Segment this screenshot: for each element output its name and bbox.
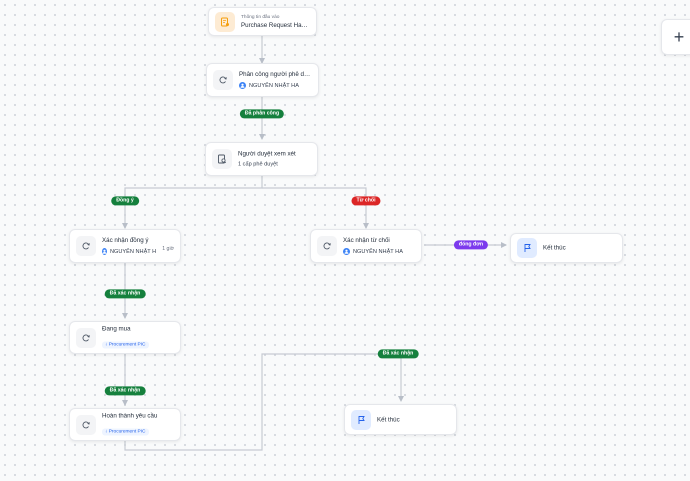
node-complete-role-tag: ↓ Procurement PIC <box>102 428 149 435</box>
node-start-label: Thông tin đầu vào <box>241 14 280 20</box>
node-confirm-reject-assignee-row: NGUYỄN NHẬT HA <box>343 248 415 255</box>
loop-icon <box>76 327 96 348</box>
edge-label-assigned[interactable]: Đã phân công <box>239 109 285 119</box>
node-buying[interactable]: Đang mua ↓ Procurement PIC <box>69 321 181 354</box>
loop-icon <box>76 414 96 435</box>
input-form-icon <box>215 11 235 32</box>
node-confirm-approve[interactable]: Xác nhận đồng ý NGUYỄN NHẬT H 1 giờ <box>69 229 181 263</box>
node-confirm-approve-title: Xác nhận đồng ý <box>102 237 149 244</box>
node-complete[interactable]: Hoàn thành yêu cầu ↓ Procurement PIC <box>69 408 181 441</box>
loop-icon <box>317 236 337 256</box>
node-complete-role: Procurement PIC <box>108 429 146 434</box>
node-confirm-approve-assignee-row: NGUYỄN NHẬT H <box>102 248 156 255</box>
node-confirm-approve-duration: 1 giờ <box>162 246 174 252</box>
node-review[interactable]: Người duyệt xem xét 1 cấp phê duyệt <box>205 142 318 176</box>
node-end-top[interactable]: Kết thúc <box>510 233 623 263</box>
node-confirm-approve-assignee: NGUYỄN NHẬT H <box>110 248 157 255</box>
node-assign-title: Phân công người phê du... <box>239 71 312 78</box>
node-complete-title: Hoàn thành yêu cầu <box>102 412 158 419</box>
edge-review-reject <box>262 187 369 229</box>
edge-review-approve <box>122 176 263 229</box>
edge-label-confirmed-1[interactable]: Đã xác nhận <box>104 289 146 299</box>
edge-label-reject[interactable]: Từ chối <box>351 196 381 206</box>
flag-icon <box>351 409 371 430</box>
edge-label-confirmed-3[interactable]: Đã xác nhận <box>377 349 419 359</box>
node-assign-assignee: NGUYỄN NHẬT HA <box>249 82 299 89</box>
node-start[interactable]: Thông tin đầu vào Purchase Request Handl… <box>208 7 317 36</box>
node-confirm-reject-title: Xác nhận từ chối <box>343 237 390 244</box>
edge-label-approve[interactable]: Đồng ý <box>111 196 139 206</box>
user-avatar-icon <box>102 248 107 255</box>
add-node-button[interactable]: + <box>661 19 690 55</box>
loop-icon <box>213 70 233 90</box>
edge-label-confirmed-2[interactable]: Đã xác nhận <box>104 386 146 396</box>
node-assign-assignee-row: NGUYỄN NHẬT HA <box>239 82 312 89</box>
workflow-canvas[interactable]: Thông tin đầu vào Purchase Request Handl… <box>0 0 690 481</box>
node-assign[interactable]: Phân công người phê du... NGUYỄN NHẬT HA <box>206 63 319 97</box>
node-end-bottom[interactable]: Kết thúc <box>344 404 457 435</box>
node-buying-title: Đang mua <box>102 325 131 332</box>
document-review-icon <box>212 149 232 169</box>
flag-icon <box>517 238 537 258</box>
user-avatar-icon <box>343 248 350 255</box>
node-review-detail: 1 cấp phê duyệt <box>238 161 278 168</box>
node-review-title: Người duyệt xem xét <box>238 150 296 158</box>
edge-label-closed[interactable]: đóng đơn <box>453 240 489 250</box>
user-avatar-icon <box>239 82 246 89</box>
node-end-bottom-title: Kết thúc <box>377 416 400 423</box>
node-start-title: Purchase Request Handling <box>241 21 310 29</box>
node-end-top-title: Kết thúc <box>543 244 566 252</box>
node-confirm-reject-assignee: NGUYỄN NHẬT HA <box>353 248 403 255</box>
loop-icon <box>76 236 96 256</box>
node-buying-role-tag: ↓ Procurement PIC <box>102 341 149 348</box>
node-confirm-reject[interactable]: Xác nhận từ chối NGUYỄN NHẬT HA <box>310 229 422 263</box>
node-buying-role: Procurement PIC <box>108 342 146 347</box>
